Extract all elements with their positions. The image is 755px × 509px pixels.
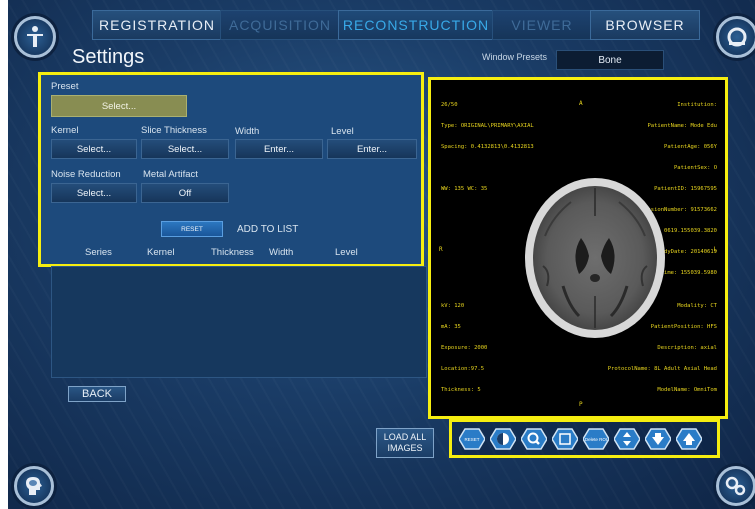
square-icon	[552, 428, 578, 450]
arrow-up-icon	[676, 428, 702, 450]
delete-roi-button[interactable]: Delete ROI	[583, 428, 609, 450]
orientation-top: A	[579, 100, 583, 107]
orientation-left: R	[439, 246, 443, 253]
tab-reconstruction[interactable]: RECONSTRUCTION	[338, 10, 494, 40]
tab-viewer[interactable]: VIEWER	[492, 10, 592, 40]
add-to-list-button[interactable]: ADD TO LIST	[237, 224, 298, 235]
head-profile-icon	[26, 477, 42, 495]
top-tab-bar: REGISTRATION ACQUISITION RECONSTRUCTION …	[70, 10, 710, 40]
overlay-line: Exposure: 2000	[441, 345, 488, 351]
overlay-line: ProtocolName: 8L Adult Axial Head	[607, 366, 717, 372]
slice-thickness-label: Slice Thickness	[141, 125, 207, 136]
back-button[interactable]: BACK	[68, 386, 126, 402]
previous-slice-button[interactable]	[676, 428, 702, 450]
move-icon	[614, 428, 640, 450]
overlay-line: Type: ORIGINAL\PRIMARY\AXIAL	[441, 123, 534, 129]
overlay-line: 26/50	[441, 102, 458, 108]
viewer-toolbar: RESET Delete ROI	[449, 419, 720, 458]
window-presets-select[interactable]: Bone	[556, 50, 664, 70]
person-icon	[27, 26, 43, 47]
arrow-down-icon	[645, 428, 671, 450]
zoom-button[interactable]	[521, 428, 547, 450]
reset-button[interactable]: RESET	[161, 221, 223, 237]
page-title: Settings	[72, 46, 145, 68]
overlay-line: Thickness: 5	[441, 387, 481, 393]
orientation-right: L	[713, 246, 717, 253]
window-presets-label: Window Presets	[482, 52, 548, 62]
delete-roi-label: Delete ROI	[584, 436, 608, 442]
zoom-icon	[521, 428, 547, 450]
overlay-line: Institution:	[677, 102, 717, 108]
load-all-images-button[interactable]: LOAD ALL IMAGES	[376, 428, 434, 458]
scanner-button[interactable]	[716, 16, 755, 58]
column-kernel: Kernel	[147, 247, 175, 258]
metal-artifact-select[interactable]: Off	[141, 183, 229, 203]
column-width: Width	[269, 247, 294, 258]
tab-browser[interactable]: BROWSER	[590, 10, 700, 40]
overlay-line: kV: 120	[441, 303, 465, 309]
settings-panel: Preset Select... Kernel Slice Thickness …	[38, 72, 424, 267]
orientation-bottom: P	[579, 401, 583, 408]
noise-reduction-label: Noise Reduction	[51, 169, 121, 180]
roi-rectangle-button[interactable]	[552, 428, 578, 450]
level-label: Level	[331, 126, 354, 137]
slice-thickness-select[interactable]: Select...	[141, 139, 229, 159]
reset-view-button[interactable]: RESET	[459, 428, 485, 450]
gears-icon	[725, 476, 746, 496]
preset-label: Preset	[51, 81, 79, 92]
overlay-line: PatientName: Mode Edu	[647, 123, 717, 129]
column-thickness: Thickness	[211, 247, 254, 258]
user-menu-button[interactable]	[14, 16, 56, 58]
column-level: Level	[335, 247, 358, 258]
overlay-line: ModelName: OmniTom	[657, 387, 717, 393]
overlay-line: Spacing: 0.4132813\0.4132813	[441, 144, 534, 150]
level-input[interactable]: Enter...	[327, 139, 417, 159]
overlay-line: Description: axial	[657, 345, 717, 351]
metal-artifact-label: Metal Artifact	[143, 169, 198, 180]
overlay-line: PatientSex: O	[673, 165, 717, 171]
tab-acquisition[interactable]: ACQUISITION	[220, 10, 340, 40]
settings-button[interactable]	[716, 466, 755, 506]
overlay-bottom-left: kV: 120 mA: 35 Exposure: 2000 Location:9…	[441, 289, 487, 408]
overlay-top-left: 26/50 Type: ORIGINAL\PRIMARY\AXIAL Spaci…	[441, 88, 534, 207]
patient-profile-button[interactable]	[14, 466, 54, 506]
kernel-select[interactable]: Select...	[51, 139, 137, 159]
next-slice-button[interactable]	[645, 428, 671, 450]
series-list[interactable]	[51, 266, 427, 378]
reset-view-label: RESET	[464, 436, 480, 442]
app-screen: REGISTRATION ACQUISITION RECONSTRUCTION …	[8, 0, 755, 509]
move-button[interactable]	[614, 428, 640, 450]
contrast-icon	[490, 428, 516, 450]
tab-registration[interactable]: REGISTRATION	[92, 10, 222, 40]
column-series: Series	[85, 247, 112, 258]
overlay-line: WW: 135 WC: 35	[441, 186, 488, 192]
overlay-line: PatientAge: 056Y	[664, 144, 717, 150]
width-label: Width	[235, 126, 260, 137]
overlay-line: Location:97.5	[441, 366, 485, 372]
ct-head-image	[525, 178, 665, 338]
kernel-label: Kernel	[51, 125, 79, 136]
noise-reduction-select[interactable]: Select...	[51, 183, 137, 203]
image-viewer[interactable]: 26/50 Type: ORIGINAL\PRIMARY\AXIAL Spaci…	[428, 77, 728, 419]
preset-select[interactable]: Select...	[51, 95, 187, 117]
width-input[interactable]: Enter...	[235, 139, 323, 159]
contrast-button[interactable]	[490, 428, 516, 450]
overlay-line	[441, 165, 534, 172]
overlay-line: mA: 35	[441, 324, 461, 330]
scanner-ring-icon	[727, 27, 747, 47]
